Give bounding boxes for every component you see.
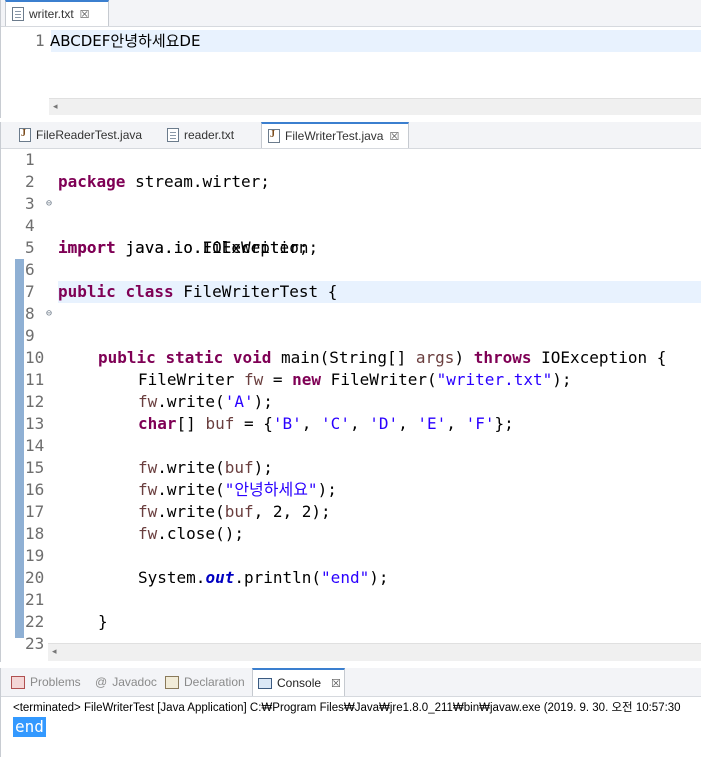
text-file-icon xyxy=(167,128,179,142)
line-number: 9 xyxy=(25,326,35,345)
tab-console[interactable]: Console ☒ xyxy=(252,668,345,696)
tab-writer-txt[interactable]: writer.txt ☒ xyxy=(5,0,109,26)
line-text: ABCDEF안녕하세요DE xyxy=(50,32,201,50)
tab-declaration[interactable]: Declaration xyxy=(165,668,245,696)
line-number: 1 xyxy=(25,150,35,169)
view-tab-bar: Problems @ Javadoc Declaration Console ☒ xyxy=(1,668,701,697)
line-number: 3 xyxy=(25,194,35,213)
tab-label: reader.txt xyxy=(184,128,235,142)
line-number: 7 xyxy=(25,282,35,301)
tab-reader-txt[interactable]: reader.txt xyxy=(161,122,256,148)
line-number: 17 xyxy=(25,502,45,521)
line-number: 8 xyxy=(25,304,35,323)
tab-label: writer.txt xyxy=(29,7,74,21)
line-number: 1 xyxy=(35,31,45,50)
line-number: 14 xyxy=(25,436,45,455)
writer-txt-editor: writer.txt ☒ 1 ABCDEF안녕하세요DE ◂ xyxy=(0,0,701,118)
scroll-left-icon[interactable]: ◂ xyxy=(53,99,58,115)
java-file-icon xyxy=(268,129,280,143)
close-icon[interactable]: ☒ xyxy=(389,130,399,143)
text-file-icon xyxy=(12,7,24,21)
code-area[interactable]: 1 package stream.wirter; 2 3 ⊖ import ja… xyxy=(0,149,701,649)
line-number: 18 xyxy=(25,524,45,543)
tab-label: FileWriterTest.java xyxy=(285,129,384,143)
text-content[interactable]: 1 ABCDEF안녕하세요DE xyxy=(15,30,701,52)
line-number: 19 xyxy=(25,546,45,565)
line-number: 10 xyxy=(25,348,45,367)
javadoc-icon: @ xyxy=(95,675,108,689)
line-number: 13 xyxy=(25,414,45,433)
java-file-icon xyxy=(19,128,31,142)
tab-label: FileReaderTest.java xyxy=(36,128,143,142)
scroll-left-icon[interactable]: ◂ xyxy=(52,644,57,660)
horizontal-scrollbar[interactable]: ◂ xyxy=(48,643,701,661)
tab-label: Javadoc xyxy=(112,675,157,689)
line-number: 16 xyxy=(25,480,45,499)
editor-tab-bar: writer.txt ☒ xyxy=(1,0,701,27)
problems-icon xyxy=(11,675,25,689)
tab-label: Console xyxy=(277,676,322,690)
terminated-status: <terminated> FileWriterTest [Java Applic… xyxy=(13,702,681,714)
line-number: 12 xyxy=(25,392,45,411)
fold-collapse-icon[interactable]: ⊖ xyxy=(46,193,52,215)
line-number: 2 xyxy=(25,172,35,191)
tab-problems[interactable]: Problems xyxy=(11,668,81,696)
line-number: 6 xyxy=(25,260,35,279)
editor-tab-bar: FileReaderTest.java reader.txt FileWrite… xyxy=(1,122,701,149)
tab-javadoc[interactable]: @ Javadoc xyxy=(95,668,157,696)
line-number: 22 xyxy=(25,612,45,631)
line-number: 23 xyxy=(25,634,45,649)
tab-filereadertest-java[interactable]: FileReaderTest.java xyxy=(13,122,153,148)
console-view: Problems @ Javadoc Declaration Console ☒… xyxy=(0,668,701,757)
line-number: 20 xyxy=(25,568,45,587)
close-icon[interactable]: ☒ xyxy=(80,8,90,21)
tab-label: Declaration xyxy=(184,675,245,689)
declaration-icon xyxy=(165,675,179,689)
line-number: 4 xyxy=(25,216,35,235)
line-number: 15 xyxy=(25,458,45,477)
line-number: 11 xyxy=(25,370,45,389)
console-icon xyxy=(258,677,272,689)
console-output[interactable]: end xyxy=(13,717,46,737)
line-number: 5 xyxy=(25,238,35,257)
tab-label: Problems xyxy=(30,675,81,689)
fold-collapse-icon[interactable]: ⊖ xyxy=(46,303,52,325)
close-icon[interactable]: ☒ xyxy=(331,677,341,690)
line-number: 21 xyxy=(25,590,45,609)
horizontal-scrollbar[interactable]: ◂ xyxy=(49,98,701,115)
tab-filewritertest-java[interactable]: FileWriterTest.java ☒ xyxy=(261,122,409,148)
